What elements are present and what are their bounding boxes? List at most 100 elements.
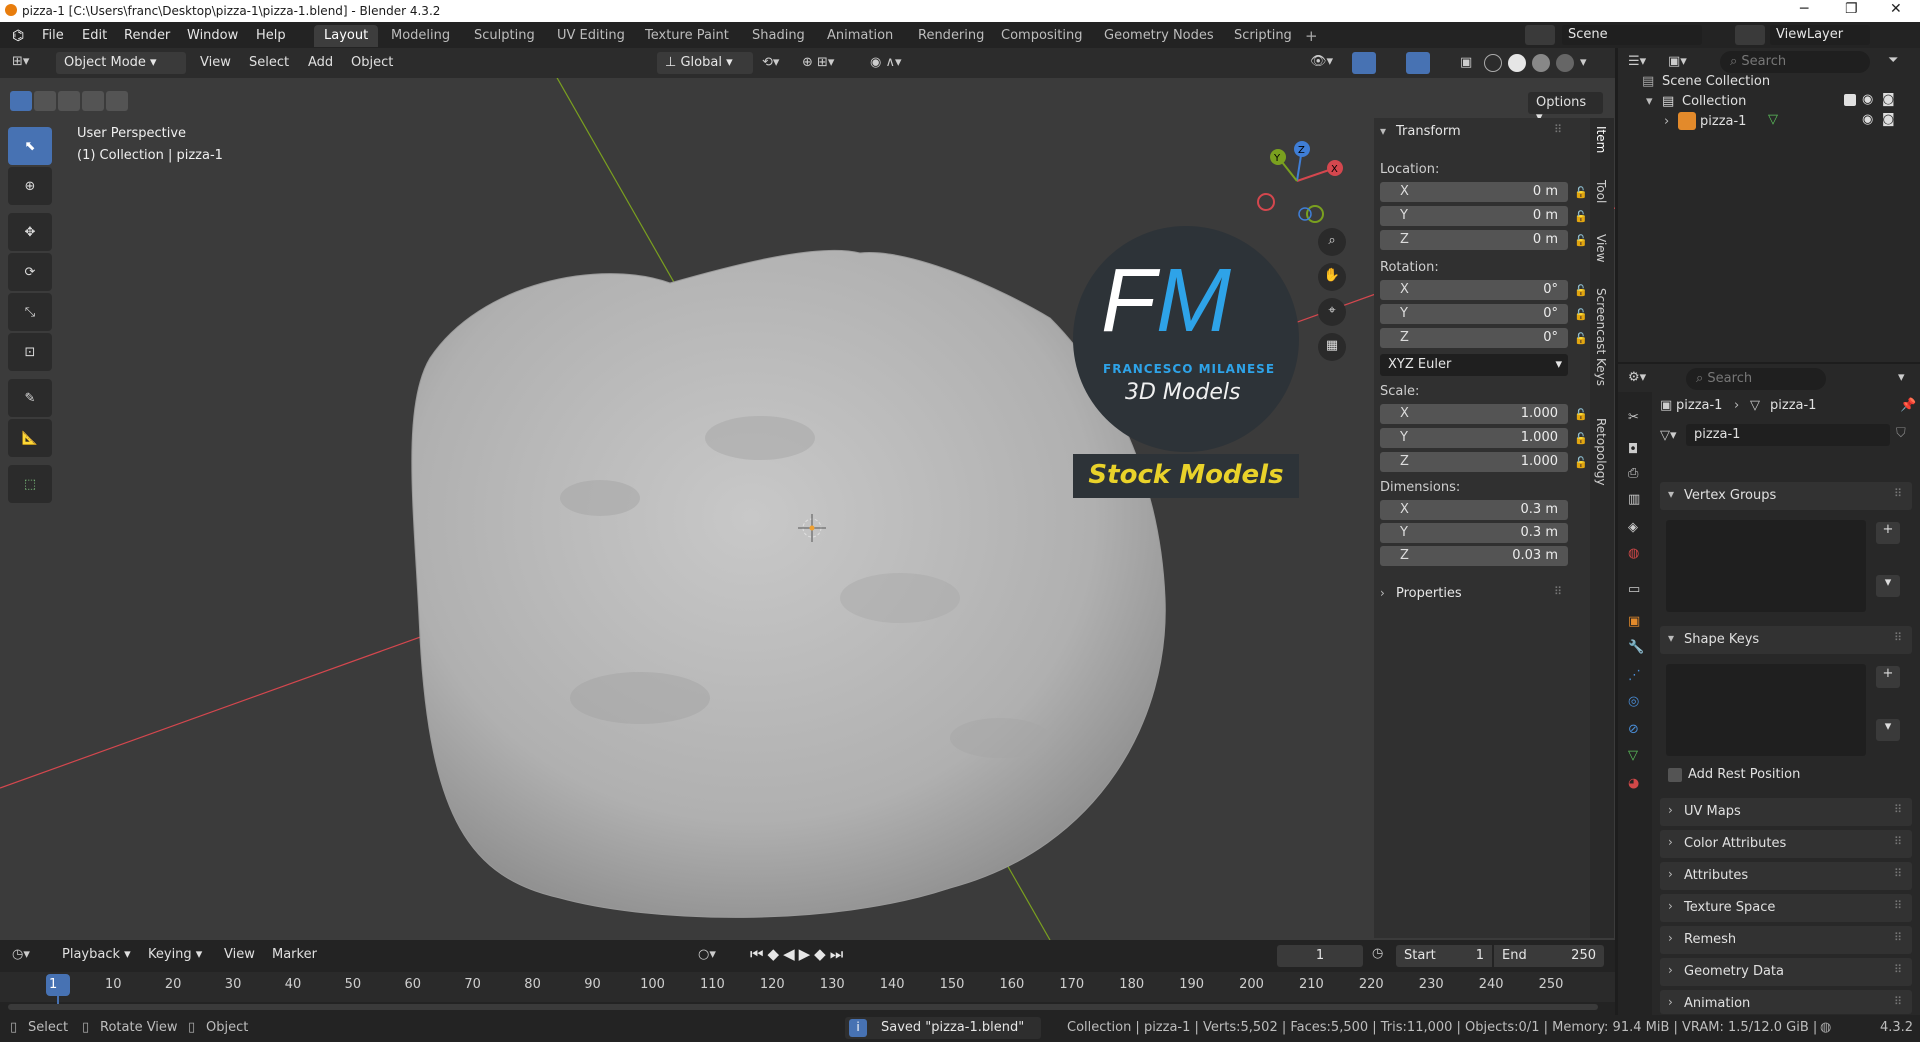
3d-viewport[interactable]: User Perspective (1) Collection | pizza-… bbox=[0, 78, 1615, 940]
jump-start-icon[interactable]: ⏮ bbox=[750, 945, 768, 963]
rotation-y-field[interactable]: Y 0° bbox=[1380, 304, 1568, 324]
report-message[interactable]: i Saved "pizza-1.blend" bbox=[845, 1017, 1041, 1039]
timeline-menu-view[interactable]: View bbox=[224, 947, 255, 962]
snap-icon[interactable]: ⊕ ⊞▾ bbox=[802, 55, 834, 70]
close-window-button[interactable]: ✕ bbox=[1890, 1, 1902, 17]
wireframe-shading-icon[interactable] bbox=[1484, 54, 1502, 72]
play-reverse-icon[interactable]: ◀ bbox=[783, 945, 799, 963]
playback-controls[interactable]: ⏮◆◀▶◆⏭ bbox=[750, 945, 847, 963]
uv-maps-panel-header[interactable]: › UV Maps ⠿ bbox=[1660, 798, 1912, 826]
tab-sculpting[interactable]: Sculpting bbox=[464, 25, 545, 47]
menu-select[interactable]: Select bbox=[249, 55, 289, 70]
properties-search-input[interactable]: ⌕ Search bbox=[1686, 368, 1826, 390]
geometry-data-panel-header[interactable]: › Geometry Data ⠿ bbox=[1660, 958, 1912, 986]
tab-compositing[interactable]: Compositing bbox=[991, 25, 1093, 47]
options-dropdown[interactable]: Options ▾ bbox=[1528, 92, 1603, 125]
measure-tool[interactable]: 📐 bbox=[8, 419, 52, 457]
rendered-shading-icon[interactable] bbox=[1556, 54, 1574, 72]
camera-view-icon[interactable]: ⌖ bbox=[1318, 298, 1346, 326]
end-frame-field[interactable]: End 250 bbox=[1494, 945, 1604, 967]
zoom-icon[interactable]: ⌕ bbox=[1318, 228, 1346, 256]
scene-name-field[interactable]: Scene bbox=[1562, 25, 1702, 45]
menu-add[interactable]: Add bbox=[308, 55, 333, 70]
camera-icon[interactable]: ◙ bbox=[1882, 112, 1895, 127]
texture-space-panel-header[interactable]: › Texture Space ⠿ bbox=[1660, 894, 1912, 922]
breadcrumb-mesh[interactable]: pizza-1 bbox=[1770, 398, 1816, 413]
drag-grip-icon[interactable]: ⠿ bbox=[1894, 995, 1902, 1008]
lock-icon[interactable]: 🔓 bbox=[1574, 456, 1588, 470]
gizmo-toggle-icon[interactable] bbox=[1352, 52, 1376, 74]
current-frame-field[interactable]: 1 bbox=[1277, 945, 1363, 967]
animation-panel-header[interactable]: › Animation ⠿ bbox=[1660, 990, 1912, 1014]
chevron-right-icon[interactable]: › bbox=[1664, 114, 1669, 129]
tab-uv-editing[interactable]: UV Editing bbox=[547, 25, 635, 47]
mesh-data-props-icon[interactable]: ▽ bbox=[1628, 748, 1638, 763]
transform-tool[interactable]: ⊡ bbox=[8, 333, 52, 371]
output-icon[interactable]: ⎙ bbox=[1628, 466, 1638, 481]
lock-icon[interactable]: 🔓 bbox=[1574, 284, 1588, 298]
pin-icon[interactable]: 📌 bbox=[1900, 398, 1916, 413]
properties-subpanel-header[interactable]: Properties bbox=[1396, 586, 1462, 601]
tab-screencast-keys[interactable]: Screencast Keys bbox=[1594, 288, 1608, 386]
scale-tool[interactable]: ⤡ bbox=[8, 293, 52, 331]
menu-render[interactable]: Render bbox=[124, 28, 170, 43]
checkbox-icon[interactable] bbox=[1844, 94, 1856, 106]
lock-icon[interactable]: 🔓 bbox=[1574, 308, 1588, 322]
start-frame-field[interactable]: Start 1 bbox=[1396, 945, 1492, 967]
tab-retopology[interactable]: Retopology bbox=[1594, 418, 1608, 486]
menu-object[interactable]: Object bbox=[351, 55, 393, 70]
particles-icon[interactable]: ⋰ bbox=[1628, 668, 1641, 683]
timeline-editor-type-icon[interactable]: ◷▾ bbox=[12, 947, 30, 962]
camera-icon[interactable]: ◙ bbox=[1882, 92, 1895, 107]
drag-grip-icon[interactable]: ⠿ bbox=[1894, 963, 1902, 976]
drag-grip-icon[interactable]: ⠿ bbox=[1894, 899, 1902, 912]
lock-icon[interactable]: 🔓 bbox=[1574, 210, 1588, 224]
tab-modeling[interactable]: Modeling bbox=[381, 25, 460, 47]
properties-editor-type-icon[interactable]: ⚙▾ bbox=[1628, 370, 1646, 385]
mesh-data-icon[interactable]: ▽ bbox=[1768, 112, 1778, 127]
scale-x-field[interactable]: X 1.000 bbox=[1380, 404, 1568, 424]
drag-grip-icon[interactable]: ⠿ bbox=[1894, 867, 1902, 880]
location-x-field[interactable]: X0 m bbox=[1380, 182, 1568, 202]
tab-animation[interactable]: Animation bbox=[817, 25, 903, 47]
collection-label[interactable]: Collection bbox=[1682, 94, 1746, 109]
prev-keyframe-icon[interactable]: ◆ bbox=[768, 945, 784, 963]
solid-shading-icon[interactable] bbox=[1508, 54, 1526, 72]
shading-options-icon[interactable]: ▾ bbox=[1580, 55, 1587, 70]
shape-key-menu-button[interactable]: ▾ bbox=[1876, 719, 1900, 741]
blender-menu-icon[interactable]: ⌬ bbox=[12, 28, 24, 44]
scale-z-field[interactable]: Z 1.000 bbox=[1380, 452, 1568, 472]
add-workspace-icon[interactable]: + bbox=[1305, 27, 1318, 45]
orientation-dropdown[interactable]: ⊥ Global ▾ bbox=[657, 52, 753, 74]
outliner-editor-type-icon[interactable]: ☰▾ bbox=[1628, 54, 1646, 69]
rotate-tool[interactable]: ⟳ bbox=[8, 253, 52, 291]
attributes-panel-header[interactable]: › Attributes ⠿ bbox=[1660, 862, 1912, 890]
lock-icon[interactable]: 🔓 bbox=[1574, 432, 1588, 446]
drag-grip-icon[interactable]: ⠿ bbox=[1894, 487, 1902, 500]
dimensions-x-field[interactable]: X 0.3 m bbox=[1380, 500, 1568, 520]
add-vertex-group-button[interactable]: + bbox=[1876, 522, 1900, 544]
modifier-wrench-icon[interactable]: 🔧 bbox=[1628, 640, 1644, 655]
object-props-icon[interactable]: ▣ bbox=[1628, 614, 1640, 629]
next-keyframe-icon[interactable]: ◆ bbox=[814, 945, 830, 963]
outliner-object-label[interactable]: pizza-1 bbox=[1700, 114, 1746, 129]
overlay-toggle-icon[interactable] bbox=[1406, 52, 1430, 74]
drag-grip-icon[interactable]: ⠿ bbox=[1894, 835, 1902, 848]
drag-grip-icon[interactable]: ⠿ bbox=[1894, 803, 1902, 816]
color-attributes-panel-header[interactable]: › Color Attributes ⠿ bbox=[1660, 830, 1912, 858]
location-z-field[interactable]: Z0 m bbox=[1380, 230, 1568, 250]
tab-scripting[interactable]: Scripting bbox=[1224, 25, 1302, 47]
eye-icon[interactable]: ◉ bbox=[1862, 112, 1873, 127]
tool-settings-icon[interactable]: ✂ bbox=[1628, 410, 1639, 425]
scene-icon[interactable]: ◈ bbox=[1628, 520, 1638, 535]
xray-icon[interactable]: ▣ bbox=[1460, 55, 1472, 70]
pan-hand-icon[interactable]: ✋ bbox=[1318, 263, 1346, 291]
menu-edit[interactable]: Edit bbox=[82, 28, 107, 43]
tab-tool[interactable]: Tool bbox=[1594, 180, 1608, 203]
rotation-z-field[interactable]: Z 0° bbox=[1380, 328, 1568, 348]
material-shading-icon[interactable] bbox=[1532, 54, 1550, 72]
breadcrumb-object[interactable]: pizza-1 bbox=[1676, 398, 1722, 413]
menu-window[interactable]: Window bbox=[187, 28, 238, 43]
rotation-x-field[interactable]: X 0° bbox=[1380, 280, 1568, 300]
scene-collection-label[interactable]: Scene Collection bbox=[1662, 74, 1770, 89]
